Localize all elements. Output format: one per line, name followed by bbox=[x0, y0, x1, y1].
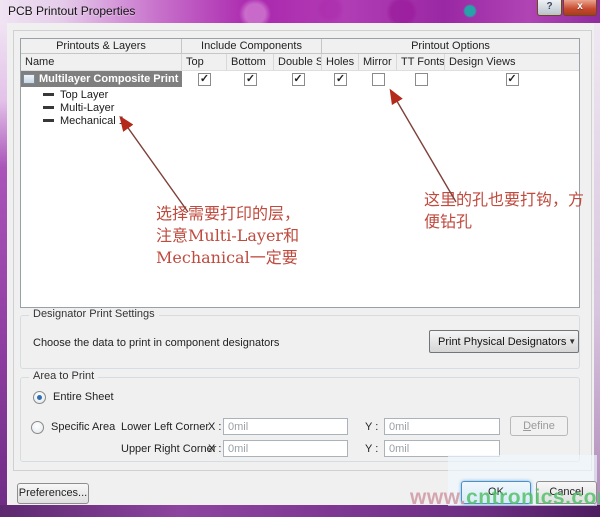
layer-line-icon bbox=[43, 119, 54, 122]
preferences-button[interactable]: Preferences... bbox=[17, 483, 89, 504]
close-button[interactable]: x bbox=[563, 0, 597, 16]
specific-area-label: Specific Area bbox=[51, 421, 115, 433]
column-header-double-sided: Double Si... bbox=[274, 54, 322, 70]
annotation-left-line3: Mechanical一定要 bbox=[156, 247, 300, 269]
window-title: PCB Printout Properties bbox=[8, 4, 135, 18]
group-header-printouts-layers: Printouts & Layers bbox=[21, 39, 182, 53]
layer-item-top-layer[interactable]: Top Layer bbox=[21, 88, 579, 101]
printout-name: Multilayer Composite Print bbox=[39, 73, 178, 85]
help-icon: ? bbox=[546, 1, 552, 12]
lower-left-y-input[interactable] bbox=[384, 418, 500, 435]
checkbox-cell-mirror bbox=[359, 71, 397, 87]
lower-left-corner-label: Lower Left Corner bbox=[121, 421, 209, 433]
layer-tree: Top Layer Multi-Layer Mechanical 1 bbox=[21, 87, 579, 127]
upper-right-x-input[interactable] bbox=[223, 440, 348, 457]
document-icon bbox=[23, 74, 35, 84]
designator-dropdown[interactable]: Print Physical Designators ▼ bbox=[429, 330, 579, 353]
designator-print-settings-group: Designator Print Settings Choose the dat… bbox=[20, 315, 580, 369]
checkbox-holes[interactable]: ✓ bbox=[334, 73, 347, 86]
layer-item-multi-layer[interactable]: Multi-Layer bbox=[21, 101, 579, 114]
x-label: X : bbox=[208, 421, 221, 433]
column-header-name: Name bbox=[21, 54, 182, 70]
checkbox-cell-design-views: ✓ bbox=[445, 71, 579, 87]
checkbox-tt-fonts[interactable] bbox=[415, 73, 428, 86]
y-label: Y : bbox=[365, 443, 378, 455]
table-group-header-row: Printouts & Layers Include Components Pr… bbox=[21, 39, 579, 54]
checkbox-top[interactable]: ✓ bbox=[198, 73, 211, 86]
column-header-top: Top bbox=[182, 54, 227, 70]
checkbox-cell-bottom: ✓ bbox=[227, 71, 274, 87]
window-frame-bottom bbox=[0, 505, 600, 517]
pcb-printout-properties-dialog: PCB Printout Properties ? x Printouts & … bbox=[0, 0, 600, 517]
dropdown-value: Print Physical Designators bbox=[430, 336, 566, 348]
column-header-tt-fonts: TT Fonts bbox=[397, 54, 445, 70]
checkbox-double-sided[interactable]: ✓ bbox=[292, 73, 305, 86]
layer-line-icon bbox=[43, 93, 54, 96]
column-header-bottom: Bottom bbox=[227, 54, 274, 70]
annotation-left: 选择需要打印的层， 注意Multi-Layer和 Mechanical一定要 bbox=[156, 203, 300, 269]
entire-sheet-radio[interactable] bbox=[33, 391, 46, 404]
designator-description: Choose the data to print in component de… bbox=[33, 337, 279, 349]
ok-button[interactable]: OK bbox=[461, 481, 531, 504]
table-column-header-row: Name Top Bottom Double Si... Holes Mirro… bbox=[21, 54, 579, 71]
window-frame-right bbox=[594, 23, 600, 505]
group-header-include-components: Include Components bbox=[182, 39, 322, 53]
upper-right-corner-label: Upper Right Corner bbox=[121, 443, 216, 455]
group-label: Designator Print Settings bbox=[29, 308, 159, 320]
printout-name-cell[interactable]: Multilayer Composite Print bbox=[21, 71, 182, 87]
annotation-right-line1: 这里的孔也要打钩，方 bbox=[424, 189, 584, 211]
checkbox-cell-double-sided: ✓ bbox=[274, 71, 322, 87]
layer-label: Mechanical 1 bbox=[60, 115, 125, 127]
layer-line-icon bbox=[43, 106, 54, 109]
define-button[interactable]: Define bbox=[510, 416, 568, 436]
specific-area-radio[interactable] bbox=[31, 421, 44, 434]
annotation-right-line2: 便钻孔 bbox=[424, 211, 584, 233]
area-to-print-group: Area to Print Entire Sheet Specific Area… bbox=[20, 377, 580, 462]
entire-sheet-label: Entire Sheet bbox=[53, 391, 114, 403]
annotation-right: 这里的孔也要打钩，方 便钻孔 bbox=[424, 189, 584, 233]
window-frame-left bbox=[0, 23, 7, 505]
checkbox-cell-tt-fonts bbox=[397, 71, 445, 87]
close-icon: x bbox=[577, 1, 583, 12]
layer-item-mechanical-1[interactable]: Mechanical 1 bbox=[21, 114, 579, 127]
layer-label: Multi-Layer bbox=[60, 102, 114, 114]
column-header-holes: Holes bbox=[322, 54, 359, 70]
cancel-button[interactable]: Cancel bbox=[536, 481, 597, 504]
y-label: Y : bbox=[365, 421, 378, 433]
checkbox-mirror[interactable] bbox=[372, 73, 385, 86]
chevron-down-icon: ▼ bbox=[566, 337, 578, 346]
layer-label: Top Layer bbox=[60, 89, 108, 101]
checkbox-design-views[interactable]: ✓ bbox=[506, 73, 519, 86]
table-row[interactable]: Multilayer Composite Print ✓ ✓ ✓ ✓ ✓ bbox=[21, 71, 579, 87]
column-header-design-views: Design Views bbox=[445, 54, 579, 70]
lower-left-x-input[interactable] bbox=[223, 418, 348, 435]
group-header-printout-options: Printout Options bbox=[322, 39, 579, 53]
checkbox-cell-top: ✓ bbox=[182, 71, 227, 87]
x-label: X : bbox=[208, 443, 221, 455]
checkbox-bottom[interactable]: ✓ bbox=[244, 73, 257, 86]
column-header-mirror: Mirror bbox=[359, 54, 397, 70]
annotation-left-line2: 注意Multi-Layer和 bbox=[156, 225, 300, 247]
group-label: Area to Print bbox=[29, 370, 98, 382]
title-bar: PCB Printout Properties ? x bbox=[0, 0, 600, 23]
annotation-left-line1: 选择需要打印的层， bbox=[156, 203, 300, 225]
checkbox-cell-holes: ✓ bbox=[322, 71, 359, 87]
help-button[interactable]: ? bbox=[537, 0, 562, 16]
